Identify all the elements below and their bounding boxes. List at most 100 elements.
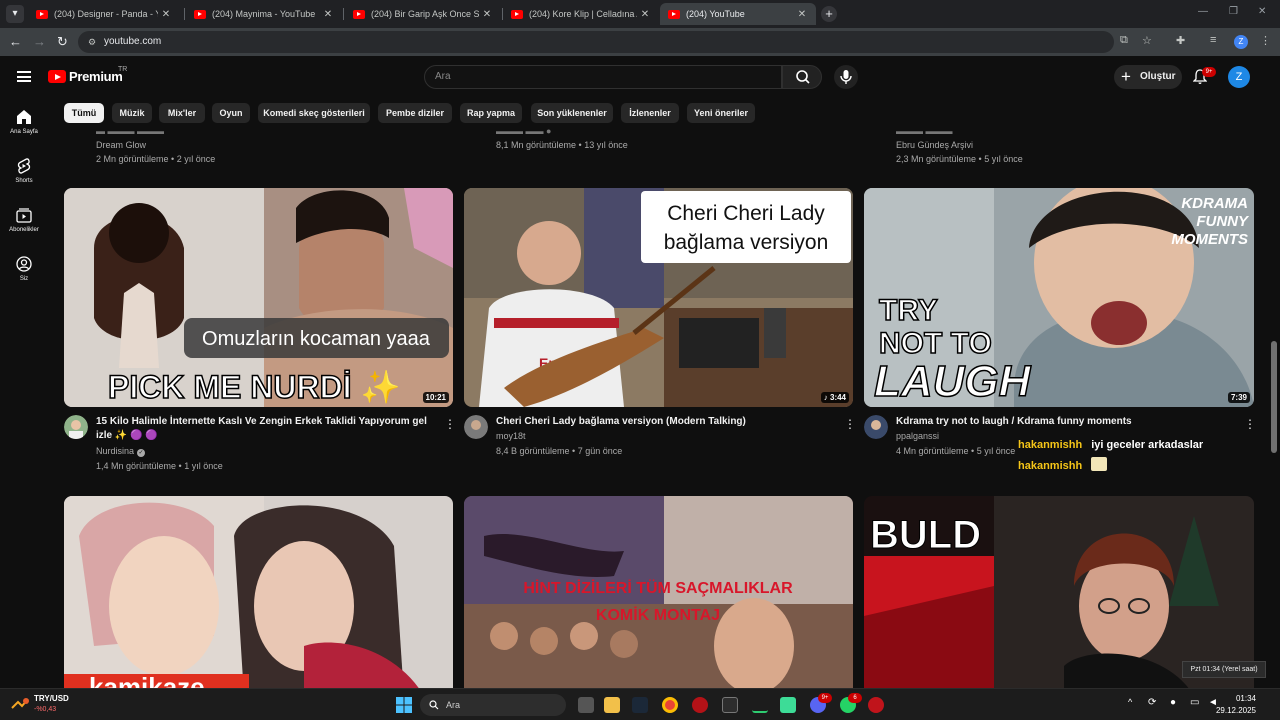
more-actions-icon[interactable]: ⋮ (1244, 418, 1256, 430)
thumbnail-big-text: NOT TO (879, 327, 992, 360)
guide-label: Ana Sayfa (10, 129, 38, 135)
page-scrollbar[interactable] (1268, 56, 1280, 688)
browser-menu-icon[interactable]: ⋮ (1260, 34, 1271, 47)
restore-icon[interactable]: ❐ (1229, 6, 1238, 17)
video-duration: 10:21 (422, 392, 449, 403)
channel-name[interactable]: moy18t (496, 431, 526, 441)
app-green-icon[interactable] (752, 697, 768, 713)
close-icon[interactable]: ✕ (320, 9, 336, 20)
video-title[interactable]: Kdrama try not to laugh / Kdrama funny m… (896, 415, 1236, 429)
minimize-icon[interactable]: — (1198, 6, 1208, 17)
more-actions-icon[interactable]: ⋮ (444, 418, 456, 430)
app-dark-red-icon[interactable] (868, 697, 884, 713)
chip-mixes[interactable]: Mix'ler (159, 103, 205, 123)
more-actions-icon[interactable]: ⋮ (844, 418, 856, 430)
channel-avatar[interactable] (464, 415, 488, 439)
tab-title: (204) YouTube (686, 9, 745, 19)
video-thumbnail[interactable]: HİNT DİZİLERİ TÜM SAÇMALIKLAR KOMİK MONT… (464, 496, 853, 688)
app-red-icon[interactable] (692, 697, 708, 713)
task-view-icon[interactable] (578, 697, 594, 713)
url-field[interactable]: youtube.com (78, 31, 1114, 53)
video-thumbnail[interactable]: Omuzların kocaman yaaa PICK ME NURDİ ✨ 1… (64, 188, 453, 407)
video-title[interactable]: Cheri Cheri Lady bağlama versiyon (Moder… (496, 415, 836, 429)
chip-recently-uploaded[interactable]: Son yüklenenler (531, 103, 613, 123)
account-avatar[interactable]: Z (1228, 66, 1250, 88)
bookmark-star-icon[interactable]: ☆ (1142, 34, 1152, 47)
channel-name[interactable]: Dream Glow (96, 140, 146, 150)
channel-name[interactable]: ppalganssi (896, 431, 939, 441)
youtube-logo-icon[interactable] (48, 70, 66, 83)
browser-tab-2[interactable]: (204) Maynima - YouTube ✕ (186, 3, 342, 25)
logo-text[interactable]: Premium (69, 69, 123, 84)
chat-message: hakanmishh iyi geceler arkadaslar (1018, 439, 1203, 451)
taskbar-clock[interactable]: 01:34 29.12.2025 (1216, 693, 1256, 717)
video-thumbnail[interactable]: kamikaze (64, 496, 453, 688)
back-icon[interactable]: ← (9, 34, 22, 50)
close-icon[interactable]: ✕ (637, 9, 653, 20)
tab-search-button[interactable]: ▾ (6, 5, 24, 23)
taskbar-search[interactable]: Ara (420, 694, 566, 716)
guide-item-subscriptions[interactable]: Abonelikler (0, 206, 48, 233)
forward-icon[interactable]: → (33, 34, 46, 50)
browser-tab-active[interactable]: (204) YouTube ✕ (660, 3, 816, 25)
channel-name[interactable]: Nurdisina (96, 446, 134, 456)
guide-item-shorts[interactable]: Shorts (0, 157, 48, 184)
browser-tab-1[interactable]: (204) Designer - Panda - YouTube ✕ (28, 3, 180, 25)
extensions-icon[interactable]: ✚ (1176, 34, 1185, 47)
chip-rap[interactable]: Rap yapma (460, 103, 522, 123)
chip-new-to-you[interactable]: Yeni öneriler (687, 103, 755, 123)
new-tab-button[interactable]: + (821, 6, 837, 22)
window-close-icon[interactable]: ✕ (1258, 6, 1266, 17)
app-mint-icon[interactable] (780, 697, 796, 713)
thumbnail-image: Emirat Cheri Cheri Lady bağlama versiyon (464, 188, 853, 407)
terminal-icon[interactable] (722, 697, 738, 713)
discord-badge: 9+ (818, 693, 832, 703)
steam-icon[interactable] (632, 697, 648, 713)
windows-start-icon[interactable] (396, 697, 412, 713)
logo-region: TR (118, 66, 128, 73)
guide-item-you[interactable]: Siz (0, 255, 48, 282)
video-thumbnail[interactable]: Emirat Cheri Cheri Lady bağlama versiyon… (464, 188, 853, 407)
guide-item-home[interactable]: Ana Sayfa (0, 108, 48, 135)
chip-all[interactable]: Tümü (64, 103, 104, 123)
thumbnail-big-text: TRY (879, 294, 938, 327)
shorts-icon (17, 158, 31, 174)
video-thumbnail[interactable]: TRY NOT TO LAUGH KDRAMA FUNNY MOMENTS 7:… (864, 188, 1254, 407)
microphone-tray-icon[interactable]: ● (1170, 697, 1176, 708)
browser-tab-3[interactable]: (204) Bir Garip Aşk Once Said Pali ✕ (345, 3, 501, 25)
browser-profile-avatar[interactable]: Z (1234, 35, 1248, 49)
chip-music[interactable]: Müzik (112, 103, 152, 123)
file-explorer-icon[interactable] (604, 697, 620, 713)
you-icon (16, 256, 32, 272)
video-meta: 4 Mn görüntüleme • 5 yıl önce (896, 446, 1016, 456)
search-button[interactable] (782, 65, 822, 89)
browser-tab-4[interactable]: (204) Kore Klip | Celladına Aşık ✕ (503, 3, 659, 25)
chip-soap-operas[interactable]: Pembe diziler (378, 103, 452, 123)
close-icon[interactable]: ✕ (158, 9, 174, 20)
network-icon[interactable]: ▭ (1190, 697, 1199, 708)
youtube-favicon-icon (36, 9, 48, 19)
video-title[interactable]: 15 Kilo Halimle İnternette Kaslı Ve Zeng… (96, 415, 436, 443)
install-app-icon[interactable]: ⧉ (1120, 34, 1128, 47)
sync-icon[interactable]: ⟳ (1148, 697, 1156, 708)
search-input[interactable]: Ara (424, 65, 782, 89)
scrollbar-thumb[interactable] (1271, 341, 1277, 453)
voice-search-button[interactable] (834, 65, 858, 89)
close-icon[interactable]: ✕ (479, 9, 495, 20)
chrome-icon[interactable] (662, 697, 678, 713)
channel-avatar[interactable] (864, 415, 888, 439)
video-thumbnail[interactable]: BULD (864, 496, 1254, 688)
channel-avatar[interactable] (64, 415, 88, 439)
channel-name[interactable]: Ebru Gündeş Arşivi (896, 140, 973, 150)
menu-icon[interactable] (17, 71, 31, 82)
channel-name-row[interactable]: Nurdisina ✓ (96, 446, 146, 457)
close-icon[interactable]: ✕ (794, 9, 810, 20)
reading-list-icon[interactable]: ≡ (1210, 34, 1216, 46)
site-info-icon[interactable]: ⚙ (88, 37, 96, 48)
tray-overflow-icon[interactable]: ^ (1128, 697, 1132, 707)
chip-comedy[interactable]: Komedi skeç gösterileri (258, 103, 370, 123)
chip-gaming[interactable]: Oyun (212, 103, 250, 123)
thumbnail-big-text: LAUGH (874, 357, 1032, 406)
chip-watched[interactable]: İzlenenler (621, 103, 679, 123)
reload-icon[interactable]: ↻ (57, 34, 68, 50)
